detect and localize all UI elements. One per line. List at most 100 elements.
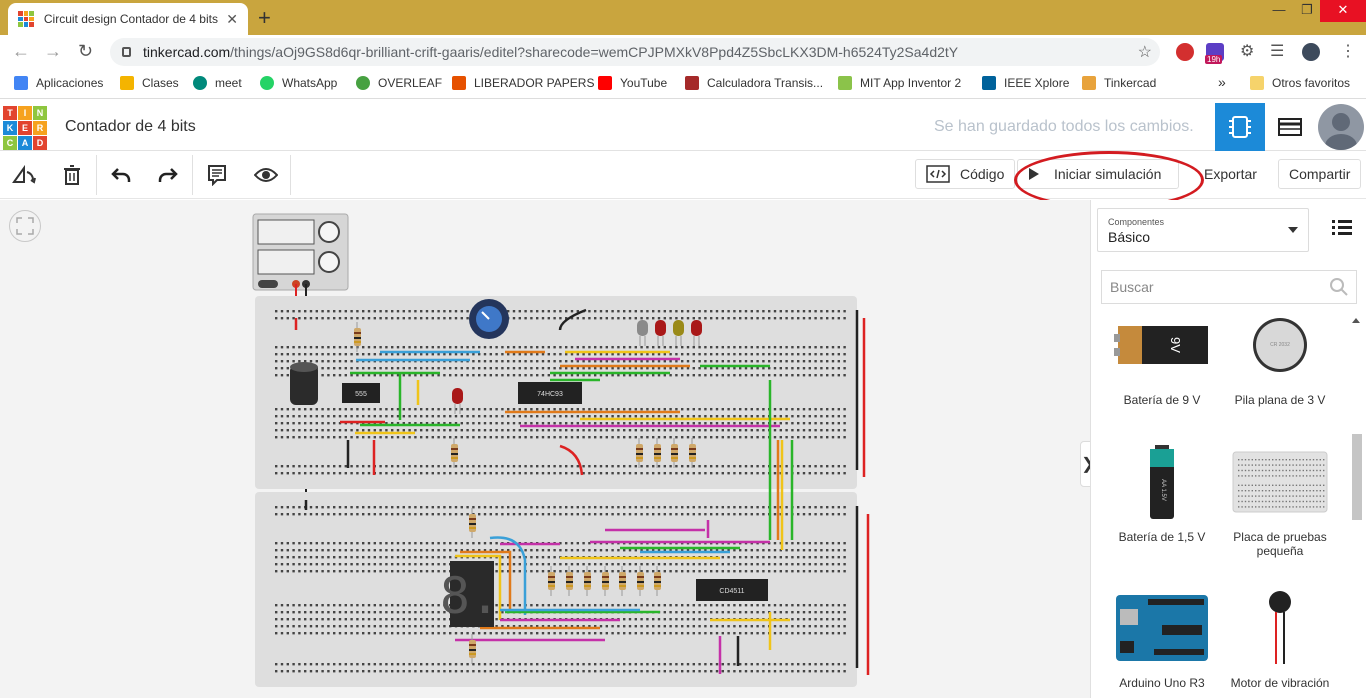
bookmarks-more-button[interactable]: » [1218, 74, 1226, 90]
tinkercad-favicon-icon [18, 11, 34, 27]
apps-grid-icon [14, 76, 28, 90]
youtube-icon [598, 76, 612, 90]
project-title[interactable]: Contador de 4 bits [65, 118, 196, 136]
new-tab-button[interactable]: + [258, 5, 271, 31]
start-simulation-button[interactable]: Iniciar simulación [1017, 159, 1179, 189]
panel-scrollbar-thumb[interactable] [1352, 434, 1362, 520]
overleaf-icon [356, 76, 370, 90]
rotate-icon[interactable] [10, 161, 38, 189]
bookmark-item[interactable]: YouTube [598, 76, 667, 90]
address-bar[interactable]: tinkercad.com/things/aOj9GS8d6qr-brillia… [110, 38, 1160, 66]
browser-toolbar: ← → ↻ tinkercad.com/things/aOj9GS8d6qr-b… [0, 35, 1366, 69]
bookmark-item[interactable]: meet [193, 76, 242, 90]
svg-text:AA 1.5V: AA 1.5V [1160, 479, 1166, 501]
tinkercad-logo[interactable]: T I N K E R C A D [3, 106, 47, 150]
classroom-icon [120, 76, 134, 90]
simulation-label: Iniciar simulación [1054, 166, 1162, 182]
chevron-down-icon [1288, 227, 1298, 233]
bookmark-item[interactable]: OVERLEAF [356, 76, 442, 90]
component-arduino-uno[interactable]: Arduino Uno R3 [1103, 588, 1221, 690]
chrome-menu-icon[interactable]: ⋮ [1340, 41, 1358, 60]
bookmark-item[interactable]: LIBERADOR PAPERS [452, 76, 594, 90]
forward-arrow-icon[interactable]: → [44, 41, 62, 62]
reload-icon[interactable]: ↻ [78, 41, 93, 62]
whatsapp-icon [260, 76, 274, 90]
user-avatar[interactable] [1318, 104, 1364, 150]
back-arrow-icon[interactable]: ← [12, 41, 30, 62]
workplane-canvas[interactable]: 555 74HC93 CD4511 8. [0, 200, 1090, 698]
bookmark-item[interactable]: Aplicaciones [14, 76, 103, 90]
scroll-up-arrow-icon[interactable] [1352, 318, 1360, 323]
svg-text:555: 555 [355, 391, 367, 398]
trash-icon[interactable] [58, 161, 86, 189]
seven-segment-display[interactable]: 8. [440, 561, 500, 627]
component-breadboard-small[interactable]: Placa de pruebas pequeña [1221, 442, 1339, 558]
bookmark-item[interactable]: Tinkercad [1082, 76, 1156, 90]
components-dropdown[interactable]: Componentes Básico [1097, 208, 1309, 252]
extension-icon-red[interactable] [1176, 43, 1194, 61]
arduino-icon [1103, 588, 1221, 668]
editor-toolbar: Código Iniciar simulación Exportar Compa… [0, 151, 1366, 199]
notes-icon[interactable] [203, 161, 231, 189]
component-coin-cell[interactable]: CR 2032 Pila plana de 3 V [1221, 305, 1339, 407]
extension-badge: 19h [1205, 55, 1223, 64]
tinkercad-header: T I N K E R C A D Contador de 4 bits Se … [0, 103, 1366, 151]
code-button[interactable]: Código [915, 159, 1016, 189]
bookmarks-bar: Aplicaciones Clases meet WhatsApp OVERLE… [0, 69, 1366, 99]
component-list-view-button[interactable] [1265, 103, 1315, 151]
chip-icon [1229, 116, 1251, 138]
bookmark-item[interactable]: WhatsApp [260, 76, 337, 90]
profile-avatar[interactable] [1302, 43, 1320, 61]
circuit-diagram[interactable]: 555 74HC93 CD4511 8. [0, 200, 900, 698]
bookmark-item[interactable]: Clases [120, 76, 179, 90]
browser-tab[interactable]: Circuit design Contador de 4 bits ✕ [8, 3, 248, 35]
bookmark-star-icon[interactable]: ☆ [1138, 42, 1152, 62]
maximize-button[interactable]: ❐ [1296, 0, 1318, 22]
svg-text:8.: 8. [440, 567, 500, 625]
bookmark-item[interactable]: MIT App Inventor 2 [838, 76, 961, 90]
toolbar-divider [192, 155, 193, 195]
minimize-button[interactable]: — [1268, 0, 1290, 22]
list-view-icon[interactable] [1331, 216, 1353, 238]
media-queue-icon[interactable]: ☰ [1270, 41, 1288, 60]
redo-icon[interactable] [154, 161, 182, 189]
tab-close-icon[interactable]: ✕ [226, 11, 238, 28]
bookmark-item[interactable]: Calculadora Transis... [685, 76, 823, 90]
ic-555[interactable]: 555 [342, 383, 380, 403]
component-vibration-motor[interactable]: Motor de vibración [1221, 588, 1339, 690]
component-battery-9v[interactable]: 9V Batería de 9 V [1103, 305, 1221, 407]
table-icon [1278, 118, 1302, 136]
svg-text:9V: 9V [1168, 337, 1183, 353]
app-inventor-icon [838, 76, 852, 90]
undo-icon[interactable] [107, 161, 135, 189]
code-label: Código [960, 166, 1005, 182]
breadboard-small-icon [1221, 442, 1339, 522]
components-panel: Componentes Básico 9V Batería de 9 V CR … [1090, 200, 1366, 698]
component-search-input[interactable] [1101, 270, 1357, 304]
toolbar-divider [290, 155, 291, 195]
svg-text:CD4511: CD4511 [719, 588, 744, 595]
component-battery-aa[interactable]: AA 1.5V Batería de 1,5 V [1103, 442, 1221, 544]
close-window-button[interactable]: ✕ [1320, 0, 1366, 22]
toolbar-divider [96, 155, 97, 195]
battery-aa-icon: AA 1.5V [1103, 442, 1221, 522]
other-bookmarks[interactable]: Otros favoritos [1250, 76, 1350, 90]
bookmark-item[interactable]: IEEE Xplore [982, 76, 1069, 90]
search-icon[interactable] [1329, 277, 1349, 297]
ieee-icon [982, 76, 996, 90]
share-button[interactable]: Compartir [1278, 159, 1362, 189]
visibility-eye-icon[interactable] [252, 161, 280, 189]
electrolytic-capacitor[interactable] [290, 362, 318, 405]
ic-cd4511[interactable]: CD4511 [696, 579, 768, 601]
potentiometer[interactable] [469, 299, 509, 339]
meet-icon [193, 76, 207, 90]
components-value: Básico [1108, 229, 1151, 245]
circuit-view-button[interactable] [1215, 103, 1265, 151]
coin-cell-icon: CR 2032 [1221, 305, 1339, 385]
folder-icon [1250, 76, 1264, 90]
puzzle-icon[interactable]: ⚙ [1240, 41, 1258, 60]
save-status: Se han guardado todos los cambios. [934, 118, 1194, 135]
ic-74hc93[interactable]: 74HC93 [518, 382, 582, 404]
export-button[interactable]: Exportar [1193, 159, 1268, 189]
calculator-icon [685, 76, 699, 90]
